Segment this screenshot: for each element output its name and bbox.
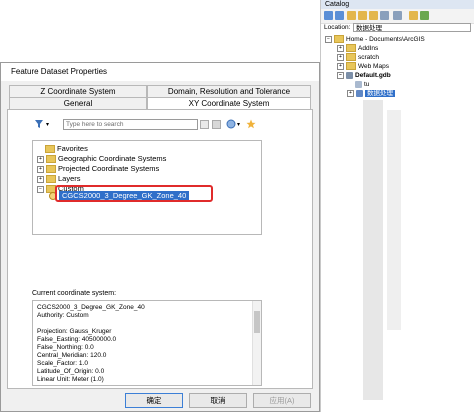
clear-search-icon[interactable] xyxy=(212,120,221,129)
blurred-content xyxy=(387,110,401,330)
tab-domain-resolution-tolerance[interactable]: Domain, Resolution and Tolerance xyxy=(147,85,311,97)
folder-icon xyxy=(346,44,356,53)
expand-icon[interactable]: + xyxy=(337,62,344,70)
coordinate-toolbar: ▾ Type here to search ▾ xyxy=(8,118,314,132)
catalog-tree-item-default-gdb[interactable]: − Default.gdb xyxy=(337,71,391,80)
feature-dataset-properties-dialog: Feature Dataset Properties Z Coordinate … xyxy=(0,62,320,412)
tree-item-projected[interactable]: + Projected Coordinate Systems xyxy=(37,164,159,174)
coordinate-system-tree: Favorites + Geographic Coordinate Systems… xyxy=(32,140,262,235)
tab-z-coordinate-system[interactable]: Z Coordinate System xyxy=(9,85,147,97)
location-field[interactable]: 数据处理 xyxy=(353,23,471,32)
back-icon[interactable] xyxy=(324,11,333,20)
detail-line: Linear Unit: Meter (1.0) xyxy=(37,376,104,383)
folder-icon xyxy=(346,53,356,62)
current-coordinate-system-details: CGCS2000_3_Degree_GK_Zone_40 Authority: … xyxy=(32,300,262,386)
cancel-button[interactable]: 取消 xyxy=(189,393,247,408)
details-scrollbar[interactable] xyxy=(252,301,261,385)
tree-item-layers[interactable]: + Layers xyxy=(37,174,81,184)
add-favorite-icon[interactable] xyxy=(246,119,256,129)
tree-item-geographic[interactable]: + Geographic Coordinate Systems xyxy=(37,154,166,164)
home-icon[interactable] xyxy=(358,11,367,20)
expand-icon[interactable]: + xyxy=(337,44,344,52)
search-input[interactable]: Type here to search xyxy=(63,119,198,130)
expand-icon[interactable]: + xyxy=(37,155,44,163)
expand-icon[interactable]: + xyxy=(37,165,44,173)
toggle-contents-icon[interactable] xyxy=(409,11,418,20)
collapse-icon[interactable]: − xyxy=(325,35,332,43)
expand-icon[interactable]: + xyxy=(347,89,354,97)
detail-line: Authority: Custom xyxy=(37,312,89,319)
detail-line: False_Northing: 0.0 xyxy=(37,344,94,351)
catalog-tree-item-addins[interactable]: + AddIns xyxy=(337,44,378,53)
search-icon[interactable] xyxy=(200,120,209,129)
ok-button[interactable]: 确定 xyxy=(125,393,183,408)
filter-icon[interactable] xyxy=(34,119,44,129)
up-folder-icon[interactable] xyxy=(347,11,356,20)
blurred-content xyxy=(363,100,383,400)
geodatabase-icon xyxy=(346,71,353,79)
catalog-pane: Catalog Location: 数据处理 − Home - Documents… xyxy=(320,0,474,412)
chevron-down-icon[interactable]: ▾ xyxy=(237,121,240,128)
tab-general[interactable]: General xyxy=(9,97,147,109)
detail-line: Scale_Factor: 1.0 xyxy=(37,360,88,367)
folder-icon xyxy=(346,62,356,71)
catalog-tree-item-tu[interactable]: tu xyxy=(355,80,369,89)
detail-line: False_Easting: 40500000.0 xyxy=(37,336,117,343)
detail-line: Central_Meridian: 120.0 xyxy=(37,352,107,359)
forward-icon[interactable] xyxy=(335,11,344,20)
disconnect-icon[interactable] xyxy=(380,11,389,20)
expand-icon[interactable]: + xyxy=(337,53,344,61)
xy-coordinate-system-panel: ▾ Type here to search ▾ Favorites + Geogr… xyxy=(7,109,313,389)
scrollbar-thumb[interactable] xyxy=(254,311,260,333)
folder-icon xyxy=(46,165,56,174)
collapse-icon[interactable]: − xyxy=(37,185,44,193)
catalog-tree-item-dataset[interactable]: + 数据处理 xyxy=(347,89,395,98)
folder-icon xyxy=(46,175,56,184)
folder-icon xyxy=(46,155,56,164)
collapse-icon[interactable]: − xyxy=(337,71,344,79)
feature-class-icon xyxy=(355,80,362,88)
globe-icon[interactable] xyxy=(226,119,236,129)
folder-icon xyxy=(334,35,344,44)
catalog-title: Catalog xyxy=(321,0,474,9)
dialog-title: Feature Dataset Properties xyxy=(11,67,108,76)
expand-icon[interactable]: + xyxy=(37,175,44,183)
detail-line: CGCS2000_3_Degree_GK_Zone_40 xyxy=(37,304,145,311)
view-icon[interactable] xyxy=(393,11,402,20)
catalog-tree-item-scratch[interactable]: + scratch xyxy=(337,53,379,62)
current-coordinate-system-label: Current coordinate system: xyxy=(32,290,117,297)
chevron-down-icon[interactable]: ▾ xyxy=(46,121,49,128)
folder-icon xyxy=(45,145,55,154)
connect-folder-icon[interactable] xyxy=(369,11,378,20)
dialog-titlebar[interactable]: Feature Dataset Properties xyxy=(1,63,319,81)
tree-item-favorites[interactable]: Favorites xyxy=(45,144,88,154)
feature-dataset-icon xyxy=(356,89,363,97)
detail-line: Latitude_Of_Origin: 0.0 xyxy=(37,368,105,375)
catalog-tree-item-home[interactable]: − Home - Documents\ArcGIS xyxy=(325,35,425,44)
refresh-icon[interactable] xyxy=(420,11,429,20)
detail-line: Projection: Gauss_Kruger xyxy=(37,328,112,335)
highlight-annotation xyxy=(55,185,213,202)
location-label: Location: xyxy=(324,24,351,31)
catalog-toolbar xyxy=(321,9,474,24)
apply-button[interactable]: 应用(A) xyxy=(253,393,311,408)
catalog-tree-item-web-maps[interactable]: + Web Maps xyxy=(337,62,389,71)
